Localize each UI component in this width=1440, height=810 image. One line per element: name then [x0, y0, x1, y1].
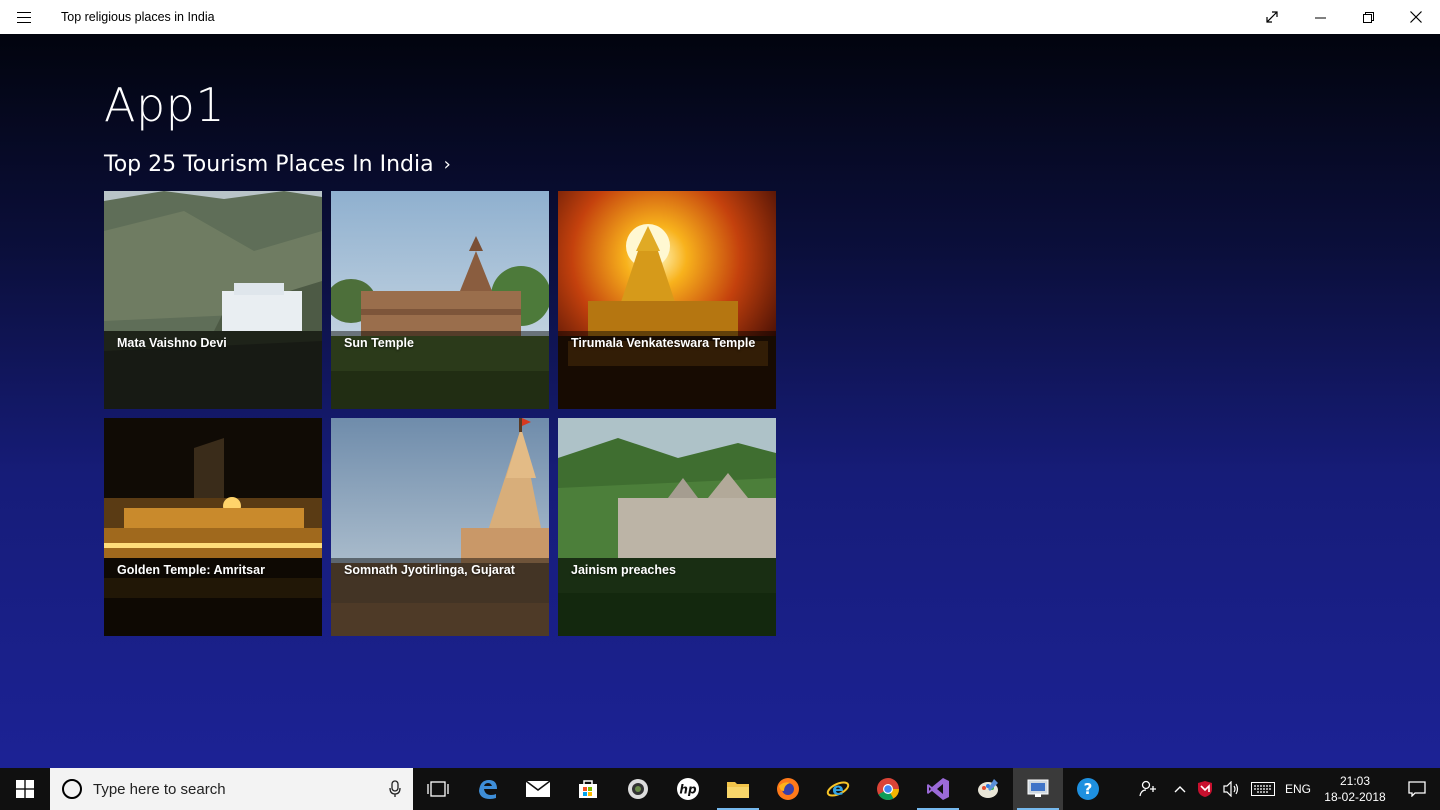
page-title: App1	[104, 78, 226, 132]
clock[interactable]: 21:03 18-02-2018	[1316, 768, 1394, 810]
title-bar: Top religious places in India	[0, 0, 1440, 34]
window-title: Top religious places in India	[61, 10, 215, 24]
tile-label: Sun Temple	[344, 336, 414, 350]
expand-icon	[1266, 11, 1278, 23]
tile-label: Mata Vaishno Devi	[117, 336, 227, 350]
help-icon: ?	[1077, 778, 1099, 800]
tile-somnath-jyotirlinga[interactable]: Somnath Jyotirlinga, Gujarat	[331, 418, 549, 636]
internet-explorer-icon: e	[826, 780, 850, 800]
input-language-indicator[interactable]: ENG	[1280, 768, 1316, 810]
taskbar-search-box[interactable]: Type here to search	[50, 768, 413, 810]
taskbar: Type here to search hp e ? ENG 21:03 18-…	[0, 768, 1440, 810]
file-explorer-button[interactable]	[713, 768, 763, 810]
help-button[interactable]: ?	[1063, 768, 1113, 810]
mail-button[interactable]	[513, 768, 563, 810]
tile-jainism-preaches[interactable]: Jainism preaches	[558, 418, 776, 636]
close-icon	[1410, 11, 1422, 23]
search-placeholder: Type here to search	[93, 780, 226, 798]
speaker-icon	[1223, 781, 1239, 797]
chevron-up-icon	[1174, 786, 1186, 793]
hamburger-icon	[17, 11, 31, 23]
app-canvas: App1 Top 25 Tourism Places In India › Ma…	[0, 34, 1440, 768]
close-button[interactable]	[1392, 0, 1440, 34]
keyboard-icon	[1251, 782, 1275, 796]
antivirus-tray-button[interactable]	[1192, 768, 1218, 810]
hp-logo-icon: hp	[677, 778, 699, 800]
notification-icon	[1408, 781, 1426, 797]
tile-tirumala-venkateswara-temple[interactable]: Tirumala Venkateswara Temple	[558, 191, 776, 409]
volume-button[interactable]	[1218, 768, 1246, 810]
show-hidden-icons-button[interactable]	[1168, 768, 1192, 810]
clock-date: 18-02-2018	[1324, 790, 1386, 804]
people-icon	[1139, 780, 1156, 797]
microphone-icon[interactable]	[377, 780, 413, 798]
section-header-link[interactable]: Top 25 Tourism Places In India ›	[104, 152, 451, 177]
system-tray: ENG 21:03 18-02-2018	[1128, 768, 1440, 810]
app1-taskbar-button[interactable]	[1013, 768, 1063, 810]
internet-explorer-button[interactable]: e	[813, 768, 863, 810]
action-center-button[interactable]	[1394, 768, 1440, 810]
task-view-button[interactable]	[413, 768, 463, 810]
restore-icon	[1362, 11, 1374, 23]
chrome-button[interactable]	[863, 768, 913, 810]
cortana-icon	[62, 779, 82, 799]
store-icon	[579, 780, 597, 798]
tile-label: Golden Temple: Amritsar	[117, 563, 265, 577]
svg-text:e: e	[832, 780, 844, 800]
minimize-icon	[1314, 17, 1326, 18]
hp-button[interactable]: hp	[663, 768, 713, 810]
firefox-button[interactable]	[763, 768, 813, 810]
chevron-right-icon: ›	[443, 154, 451, 175]
clock-time: 21:03	[1339, 774, 1371, 788]
camera-app-icon	[628, 779, 648, 799]
hamburger-menu-button[interactable]	[0, 0, 48, 34]
tile-label: Somnath Jyotirlinga, Gujarat	[344, 563, 515, 577]
restore-button[interactable]	[1344, 0, 1392, 34]
shield-icon	[1198, 781, 1212, 797]
visual-studio-icon	[927, 778, 949, 800]
folder-icon	[727, 782, 749, 798]
camera-button[interactable]	[613, 768, 663, 810]
edge-icon	[479, 780, 497, 799]
tile-label: Jainism preaches	[571, 563, 676, 577]
edge-button[interactable]	[463, 768, 513, 810]
store-button[interactable]	[563, 768, 613, 810]
mail-icon	[526, 781, 550, 797]
people-button[interactable]	[1128, 768, 1168, 810]
tile-mata-vaishno-devi[interactable]: Mata Vaishno Devi	[104, 191, 322, 409]
svg-text:hp: hp	[679, 783, 697, 797]
paint-button[interactable]	[963, 768, 1013, 810]
places-grid: Mata Vaishno Devi Sun Temple Tirumala Ve…	[104, 191, 776, 636]
tile-sun-temple[interactable]: Sun Temple	[331, 191, 549, 409]
windows-logo-icon	[16, 780, 34, 798]
paint-icon	[978, 779, 998, 798]
start-button[interactable]	[0, 768, 50, 810]
visual-studio-button[interactable]	[913, 768, 963, 810]
firefox-icon	[777, 778, 799, 800]
tile-label: Tirumala Venkateswara Temple	[571, 336, 756, 350]
section-title: Top 25 Tourism Places In India	[104, 152, 434, 177]
touch-keyboard-button[interactable]	[1246, 768, 1280, 810]
minimize-button[interactable]	[1296, 0, 1344, 34]
svg-text:?: ?	[1084, 780, 1093, 798]
chrome-icon	[877, 778, 899, 800]
fullscreen-button[interactable]	[1248, 0, 1296, 34]
task-view-icon	[427, 781, 449, 797]
tile-golden-temple-amritsar[interactable]: Golden Temple: Amritsar	[104, 418, 322, 636]
app-window-icon	[1027, 779, 1049, 797]
window-controls	[1248, 0, 1440, 34]
